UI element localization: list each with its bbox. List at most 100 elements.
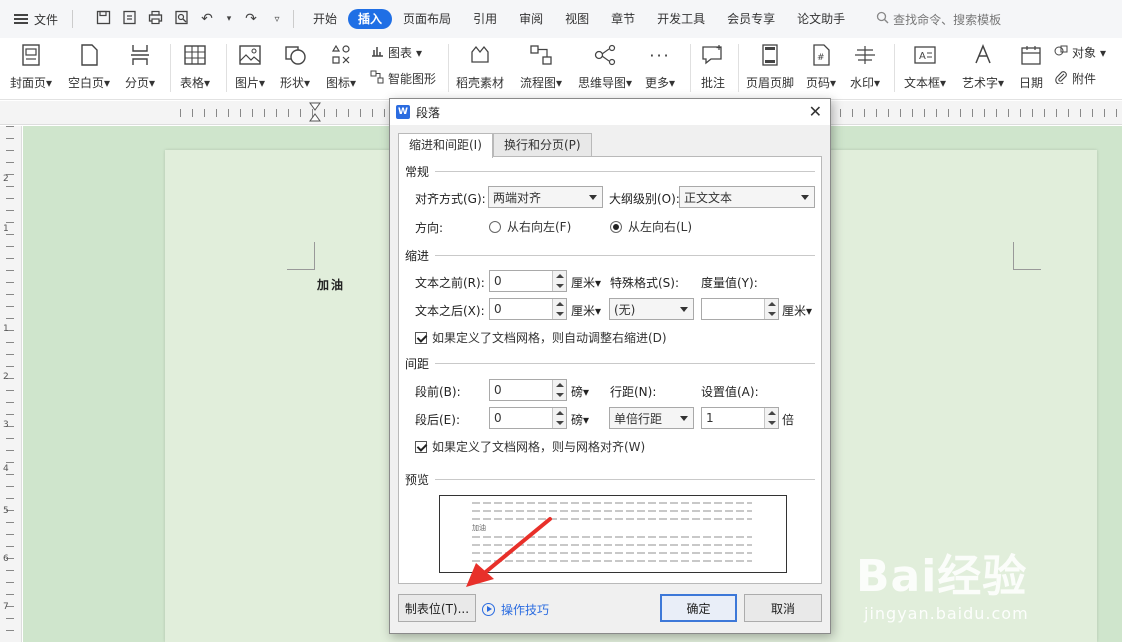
unit-dropdown[interactable]: 磅▾ xyxy=(571,411,589,428)
print-icon[interactable] xyxy=(147,10,163,29)
text-box-button[interactable]: A 文本框▾ xyxy=(904,42,946,91)
tab-stops-button[interactable]: 制表位(T)... xyxy=(398,594,476,622)
unit-dropdown[interactable]: 厘米▾ xyxy=(571,274,601,291)
shape-button[interactable]: 形状▾ xyxy=(280,42,310,91)
setting-value-input[interactable]: 1 xyxy=(701,407,779,429)
spinner-arrows-icon[interactable] xyxy=(764,408,778,428)
customize-toolbar-icon[interactable]: ▿ xyxy=(269,14,285,25)
tab-thesis-assistant[interactable]: 论文助手 xyxy=(786,9,856,29)
space-after-label: 段后(E): xyxy=(415,413,460,427)
header-footer-icon xyxy=(757,42,783,68)
measure-input[interactable] xyxy=(701,298,779,320)
spinner-arrows-icon[interactable] xyxy=(764,299,778,319)
undo-dropdown-icon[interactable]: ▾ xyxy=(225,14,233,24)
smart-art-button[interactable]: 智能图形 xyxy=(370,70,436,87)
export-pdf-icon[interactable] xyxy=(121,10,137,29)
picture-button[interactable]: 图片▾ xyxy=(235,42,265,91)
radio-right-to-left[interactable]: 从右向左(F) xyxy=(489,218,571,235)
material-button[interactable]: 稻壳素材 xyxy=(456,42,504,91)
line-spacing-select[interactable]: 单倍行距 xyxy=(609,407,694,429)
comment-button[interactable]: 批注 xyxy=(700,42,726,91)
spinner-arrows-icon[interactable] xyxy=(552,408,566,428)
space-before-input[interactable]: 0 xyxy=(489,379,567,401)
unit-dropdown[interactable]: 厘米▾ xyxy=(782,302,812,319)
file-menu[interactable]: 文件 xyxy=(8,11,64,28)
flowchart-icon xyxy=(528,42,554,68)
redo-icon[interactable]: ↷ xyxy=(243,11,259,27)
tab-home[interactable]: 开始 xyxy=(302,9,348,29)
space-after-input[interactable]: 0 xyxy=(489,407,567,429)
tab-sections[interactable]: 章节 xyxy=(600,9,646,29)
smart-art-label: 智能图形 xyxy=(388,72,437,86)
outline-level-label: 大纲级别(O): xyxy=(609,192,680,206)
ribbon-tabs: 开始 插入 页面布局 引用 审阅 视图 章节 开发工具 会员专享 论文助手 xyxy=(302,9,856,29)
ruler-number: 5 xyxy=(3,506,9,516)
flowchart-button[interactable]: 流程图▾ xyxy=(520,42,562,91)
chart-button[interactable]: 图表 ▾ xyxy=(370,44,422,61)
spinner-arrows-icon[interactable] xyxy=(552,380,566,400)
search-placeholder: 查找命令、搜索模板 xyxy=(893,12,1002,27)
paragraph-dialog: W 段落 ✕ 缩进和间距(I) 换行和分页(P) 常规 对齐方式(G): 两端对… xyxy=(389,98,831,634)
date-button[interactable]: 日期 xyxy=(1018,42,1044,91)
tab-line-page-breaks[interactable]: 换行和分页(P) xyxy=(493,133,592,157)
tab-developer[interactable]: 开发工具 xyxy=(646,9,716,29)
close-icon[interactable]: ✕ xyxy=(809,102,822,121)
blank-page-label: 空白页 xyxy=(68,76,105,90)
mind-map-button[interactable]: 思维导图▾ xyxy=(578,42,632,91)
spinner-arrows-icon[interactable] xyxy=(552,299,566,319)
snap-to-grid-checkbox[interactable]: 如果定义了文档网格，则与网格对齐(W) xyxy=(415,438,645,455)
alignment-select[interactable]: 两端对齐 xyxy=(488,186,603,208)
cover-page-button[interactable]: 封面页▾ xyxy=(10,42,52,91)
baidu-jingyan-watermark: Bai经验 jingyan.baidu.com xyxy=(856,540,1116,636)
indent-before-input[interactable]: 0 xyxy=(489,270,567,292)
blank-page-button[interactable]: 空白页▾ xyxy=(68,42,110,91)
tab-view[interactable]: 视图 xyxy=(554,9,600,29)
cancel-button[interactable]: 取消 xyxy=(744,594,822,622)
blank-page-icon xyxy=(76,42,102,68)
tab-page-layout[interactable]: 页面布局 xyxy=(392,9,462,29)
print-preview-icon[interactable] xyxy=(173,10,189,29)
command-search[interactable]: 查找命令、搜索模板 xyxy=(876,11,1001,28)
auto-adjust-indent-checkbox[interactable]: 如果定义了文档网格，则自动调整右缩进(D) xyxy=(415,329,667,346)
table-button[interactable]: 表格▾ xyxy=(180,42,210,91)
page-number-button[interactable]: # 页码▾ xyxy=(806,42,836,91)
more-button[interactable]: ··· 更多▾ xyxy=(645,42,675,91)
unit-dropdown[interactable]: 磅▾ xyxy=(571,383,589,400)
watermark-button[interactable]: 水印▾ xyxy=(850,42,880,91)
icon-library-button[interactable]: 图标▾ xyxy=(326,42,356,91)
dialog-title-bar[interactable]: W 段落 ✕ xyxy=(390,99,830,125)
tab-review[interactable]: 审阅 xyxy=(508,9,554,29)
word-art-button[interactable]: 艺术字▾ xyxy=(962,42,1004,91)
object-button[interactable]: 对象 ▾ xyxy=(1054,44,1106,61)
tab-references[interactable]: 引用 xyxy=(462,9,508,29)
quick-access-toolbar: ↶ ▾ ↷ ▿ xyxy=(95,10,285,29)
page-break-button[interactable]: 分页▾ xyxy=(125,42,155,91)
outline-level-select[interactable]: 正文文本 xyxy=(679,186,815,208)
tab-member[interactable]: 会员专享 xyxy=(716,9,786,29)
tips-link[interactable]: 操作技巧 xyxy=(482,601,549,618)
hamburger-icon xyxy=(14,14,28,24)
alignment-label: 对齐方式(G): xyxy=(415,192,486,206)
indent-after-input[interactable]: 0 xyxy=(489,298,567,320)
unit-dropdown[interactable]: 厘米▾ xyxy=(571,302,601,319)
section-title: 预览 xyxy=(405,473,430,487)
tab-indent-spacing[interactable]: 缩进和间距(I) xyxy=(398,133,493,158)
indent-marker-icon[interactable] xyxy=(309,102,321,124)
spinner-arrows-icon[interactable] xyxy=(552,271,566,291)
save-icon[interactable] xyxy=(95,10,111,29)
ribbon-toolbar: 封面页▾ 空白页▾ 分页▾ 表格▾ 图片▾ 形状▾ 图标▾ 图表 ▾ 智能图形 稻… xyxy=(0,38,1122,100)
radio-label: 从左向右(L) xyxy=(628,220,693,234)
play-circle-icon xyxy=(482,603,495,616)
undo-icon[interactable]: ↶ xyxy=(199,11,215,27)
section-title: 常规 xyxy=(405,165,430,179)
more-icon: ··· xyxy=(649,45,671,65)
tab-insert[interactable]: 插入 xyxy=(348,9,393,29)
special-format-select[interactable]: (无) xyxy=(609,298,694,320)
preview-line xyxy=(472,510,752,512)
vertical-ruler[interactable]: 2 1 1 2 3 4 5 6 7 xyxy=(0,126,22,642)
header-footer-button[interactable]: 页眉页脚 xyxy=(746,42,794,91)
attachment-button[interactable]: 附件 xyxy=(1054,70,1096,87)
document-text[interactable]: 加油 xyxy=(317,276,345,293)
radio-left-to-right[interactable]: 从左向右(L) xyxy=(610,218,692,235)
ok-button[interactable]: 确定 xyxy=(660,594,737,622)
